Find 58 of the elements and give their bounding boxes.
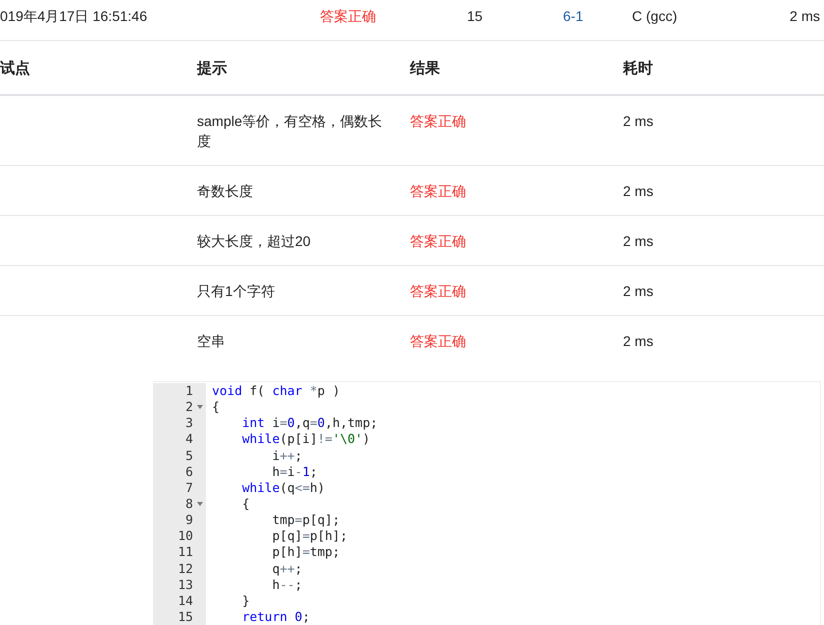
line-number: 12 [176,560,193,577]
line-number: 8 [184,496,193,512]
fold-icon[interactable] [196,502,202,506]
result-cell: 答案正确 [410,233,466,249]
line-number: 15 [176,608,193,625]
code-line: { [212,399,220,416]
code-line: { [241,496,250,512]
code-line: h--; [271,576,302,593]
duration-text: 2 ms [790,8,820,24]
problem-link[interactable]: 6-1 [563,8,584,24]
code-line: p[h]=tmp; [271,544,340,561]
code-line: return 0; [241,608,310,625]
code-line: p[q]=p[h]; [271,528,348,544]
result-cell: 答案正确 [410,113,466,129]
fold-icon[interactable] [196,405,202,410]
time-cell: 2 ms [623,183,654,199]
column-header: 结果 [410,58,441,78]
code-line: while(q<=h) [241,480,325,496]
code-line: q++; [271,560,302,577]
hint-cell: 奇数长度 [197,183,253,199]
line-number: 11 [176,544,193,561]
line-number: 14 [176,592,193,609]
line-number: 5 [184,448,193,464]
code-editor[interactable]: 1 2 3 4 5 6 7 8 9 10 11 12 13 14 15 void f( char *p ) { int i=0,q=0,h,tmp; while(p[i]!='\0') i++; h=i-1; while(q<=h) { tmp=p[q]; p[q]=p[h]; p[h]=tmp; q++; h--; } return 0; [153,381,821,625]
line-number: 6 [184,464,193,480]
result-cell: 答案正确 [410,283,466,299]
column-header: 试点 [0,58,31,78]
line-number: 10 [176,528,193,544]
column-header: 提示 [197,58,228,78]
time-cell: 2 ms [623,333,654,349]
code-line: while(p[i]!='\0') [241,431,370,448]
score-text: 15 [467,8,483,24]
line-number: 7 [184,480,193,496]
line-number: 3 [184,415,193,432]
hint-cell: sample等价，有空格，偶数长度 [197,113,382,149]
line-number: 4 [184,431,193,448]
code-line: h=i-1; [271,464,318,480]
code-line: int i=0,q=0,h,tmp; [241,415,378,432]
compiler-text: C (gcc) [632,8,678,24]
code-line: i++; [271,448,302,464]
status-text: 答案正确 [320,8,376,26]
time-cell: 2 ms [623,113,654,129]
result-cell: 答案正确 [410,333,466,349]
line-number: 9 [184,512,193,528]
submission-time: 019年4月17日 16:51:46 [0,8,148,26]
time-cell: 2 ms [623,283,654,299]
line-number: 1 [184,383,193,400]
result-cell: 答案正确 [410,183,466,199]
hint-cell: 较大长度，超过20 [197,233,311,249]
code-line: void f( char *p ) [212,383,340,400]
hint-cell: 空串 [197,333,225,349]
line-number: 13 [176,576,193,593]
code-line: tmp=p[q]; [271,512,340,528]
line-number: 2 [184,399,193,416]
hint-cell: 只有1个字符 [197,283,275,299]
code-line: } [241,592,250,609]
time-cell: 2 ms [623,233,654,249]
column-header: 耗时 [623,58,654,78]
